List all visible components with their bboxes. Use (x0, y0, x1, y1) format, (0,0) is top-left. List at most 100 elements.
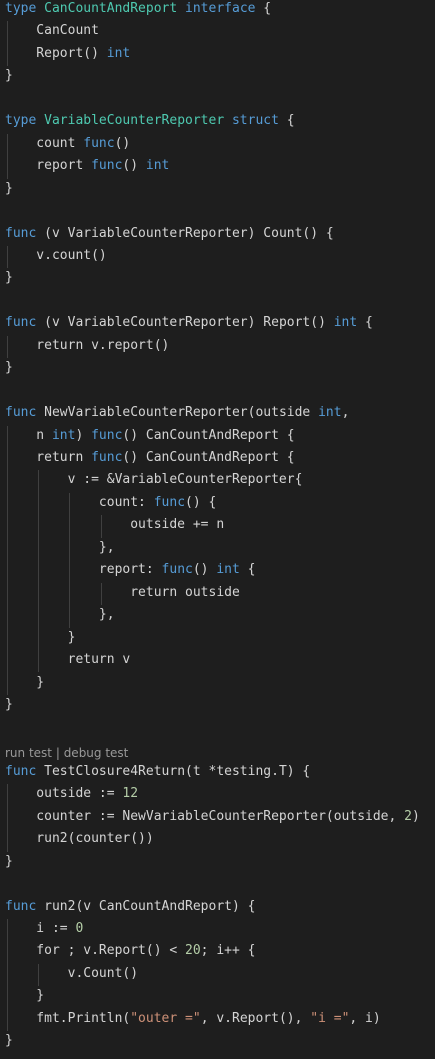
code-line-37: counter := NewVariableCounterReporter(ou… (5, 808, 420, 830)
code-line-22: v := &VariableCounterReporter{ (5, 471, 303, 493)
token: func (5, 315, 37, 331)
code-line-28: }, (5, 606, 115, 628)
token: n (5, 427, 52, 443)
token: CanCount (5, 23, 99, 39)
token: run2(v CanCountAndReport) { (36, 898, 256, 914)
token: } (5, 360, 13, 376)
codelens: run test | debug test (5, 744, 128, 762)
token: } (5, 270, 13, 286)
code-line-12: v.count() (5, 247, 106, 269)
token: , (341, 405, 350, 421)
code-line-9: } (5, 180, 13, 202)
token: ; i++ { (200, 943, 256, 959)
token: count (5, 135, 84, 151)
token: } (5, 180, 13, 196)
token: } (5, 68, 13, 84)
token: }, (5, 539, 115, 555)
token: counter := NewVariableCounterReporter(ou… (5, 808, 405, 824)
token: } (5, 674, 45, 690)
code-line-1: type CanCountAndReport interface { (5, 0, 271, 22)
token: func (83, 135, 115, 151)
token: return v.report() (5, 337, 170, 353)
token: int (106, 45, 131, 61)
token: () (114, 135, 131, 151)
code-line-21: return func() CanCountAndReport { (5, 449, 294, 471)
token: struct (231, 113, 279, 129)
code-line-3: Report() int (5, 45, 130, 67)
token: fmt.Println( (5, 1010, 131, 1026)
token: outside := (5, 786, 123, 802)
run-test-link[interactable]: run test (5, 746, 52, 760)
debug-test-link[interactable]: debug test (64, 746, 129, 760)
token: func (5, 405, 37, 421)
code-line-32: } (5, 696, 13, 718)
token: count: (5, 494, 154, 510)
token: () { (185, 494, 217, 510)
code-line-36: outside := 12 (5, 785, 138, 807)
token: () (122, 158, 146, 174)
code-line-42: i := 0 (5, 920, 83, 942)
token: outside += n (5, 517, 225, 533)
code-line-19: func NewVariableCounterReporter(outside … (5, 404, 349, 426)
code-line-45: } (5, 987, 44, 1009)
code-line-4: } (5, 67, 13, 89)
code-line-26: report: func() int { (5, 561, 256, 583)
token: NewVariableCounterReporter(outside (36, 405, 319, 421)
token: , v.Report(), (200, 1010, 311, 1026)
token: func (91, 158, 123, 174)
token: func (91, 450, 123, 465)
token: type (5, 1, 37, 16)
token: int (51, 427, 76, 443)
token: return v (5, 652, 131, 668)
token: interface (185, 1, 256, 16)
token: 12 (122, 786, 139, 802)
code-line-27: return outside (5, 584, 240, 606)
token: ) (412, 808, 420, 824)
token: , i) (349, 1010, 381, 1026)
token: i := (5, 921, 76, 936)
token: func (5, 898, 37, 914)
token: } (5, 696, 13, 712)
code-editor[interactable]: run test | debug test type CanCountAndRe… (0, 0, 435, 1059)
token: func (161, 562, 193, 578)
codelens-separator: | (52, 746, 64, 760)
token: (v VariableCounterReporter) Report() (36, 315, 334, 331)
code-line-7: count func() (5, 135, 130, 157)
token: CanCountAndReport (44, 1, 178, 16)
token: for ; v.Report() < (5, 943, 186, 959)
code-line-6: type VariableCounterReporter struct { (5, 112, 295, 134)
token: int (333, 315, 358, 331)
token: () CanCountAndReport { (122, 427, 295, 443)
code-line-47: } (5, 1032, 13, 1054)
code-line-24: outside += n (5, 516, 224, 538)
token: } (5, 853, 13, 869)
code-line-35: func TestClosure4Return(t *testing.T) { (5, 763, 310, 785)
code-line-39: } (5, 853, 13, 875)
token: 0 (75, 921, 84, 936)
token: run2(counter()) (5, 831, 154, 847)
code-line-16: return v.report() (5, 337, 169, 359)
code-line-41: func run2(v CanCountAndReport) { (5, 898, 255, 920)
code-line-44: v.Count() (5, 965, 138, 987)
code-line-29: } (5, 629, 76, 651)
token: report (5, 158, 92, 174)
code-line-25: }, (5, 539, 115, 561)
token: func (153, 494, 186, 510)
token: "i =" (310, 1010, 350, 1026)
token: func (5, 225, 37, 241)
token: VariableCounterReporter (44, 113, 225, 129)
token: ) (75, 427, 92, 443)
token: "outer =" (130, 1010, 201, 1026)
token: v.Count() (5, 965, 139, 981)
token: func (5, 763, 37, 779)
token: v := &VariableCounterReporter{ (5, 472, 303, 488)
token: TestClosure4Return(t *testing.T) { (36, 763, 311, 779)
token: () (192, 562, 217, 578)
token: return outside (5, 584, 240, 600)
token: (v VariableCounterReporter) Count() { (36, 225, 334, 241)
token: int (216, 562, 240, 578)
